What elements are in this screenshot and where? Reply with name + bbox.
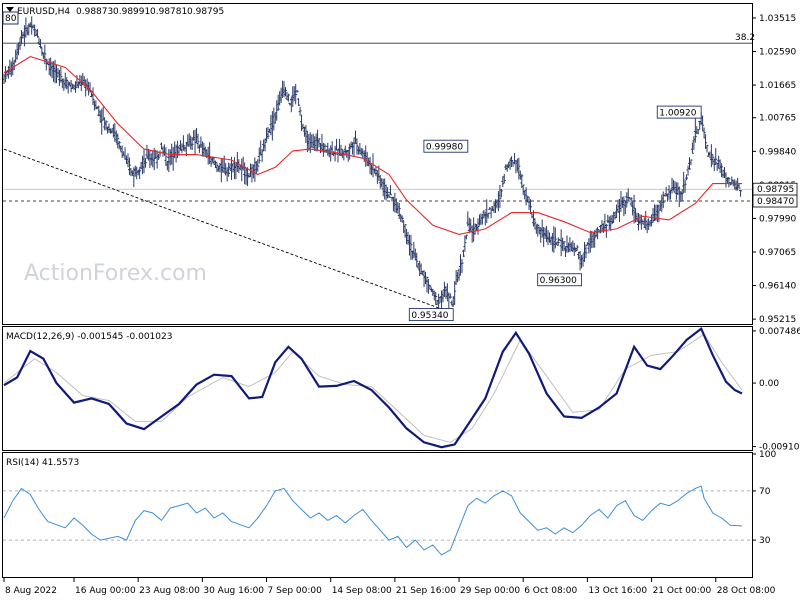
- header-symbol: EURUSD,H4: [17, 7, 70, 17]
- x-axis-label: 6 Oct 08:00: [524, 586, 577, 596]
- x-axis-label: 7 Sep 00:00: [268, 586, 323, 596]
- rsi-panel: [2, 452, 753, 578]
- price-axis-label: 0.97065: [759, 248, 796, 258]
- x-axis-label: 13 Oct 16:00: [588, 586, 647, 596]
- price-axis-label: 1.03515: [759, 14, 796, 24]
- macd-axis-label: 0.007486: [759, 327, 800, 337]
- annotation-label: 0.99980: [426, 143, 463, 153]
- x-axis-label: 16 Aug 00:00: [75, 586, 136, 596]
- x-axis-label: 21 Oct 00:00: [653, 586, 712, 596]
- price-axis-label: 1.00765: [759, 114, 796, 124]
- x-axis-label: 14 Sep 08:00: [332, 586, 392, 596]
- current-price-flag-label: 0.98795: [757, 185, 794, 195]
- price-axis-label: 0.96140: [759, 282, 796, 292]
- annotation-label: 0.96300: [540, 276, 577, 286]
- x-axis-label: 29 Sep 00:00: [460, 586, 520, 596]
- rsi-axis-label: 30: [759, 536, 771, 546]
- forex-chart: ActionForex.com EURUSD,H4 0.98873 0.9899…: [2, 3, 800, 596]
- support-price-flag-label: 0.98470: [757, 197, 794, 207]
- annotation-label: 0.95340: [411, 311, 448, 321]
- macd-panel: [2, 326, 753, 451]
- price-axis-label: 0.99840: [759, 147, 796, 157]
- macd-axis-label: 0.00: [759, 379, 779, 389]
- left-edge-label: 80: [5, 14, 17, 24]
- x-axis-label: 28 Oct 08:00: [717, 586, 776, 596]
- macd-title: MACD(12,26,9) -0.001545 -0.001023: [6, 332, 172, 342]
- annotation-label: 1.00920: [659, 109, 696, 119]
- price-axis-label: 0.95215: [759, 315, 796, 325]
- price-axis-label: 1.02590: [759, 48, 796, 58]
- header-high: 0.98991: [113, 7, 150, 17]
- watermark: ActionForex.com: [24, 261, 207, 286]
- fib-label: 38.2: [735, 33, 755, 43]
- price-axis-label: 1.01665: [759, 81, 796, 91]
- header-close: 0.98795: [187, 7, 224, 17]
- header-open: 0.98873: [76, 7, 113, 17]
- x-axis-label: 8 Aug 2022: [5, 586, 57, 596]
- x-axis-label: 30 Aug 16:00: [203, 586, 264, 596]
- x-axis-label: 21 Sep 16:00: [396, 586, 456, 596]
- header-low: 0.98781: [150, 7, 187, 17]
- rsi-title: RSI(14) 41.5573: [6, 458, 79, 468]
- rsi-axis-label: 70: [759, 487, 771, 497]
- price-axis-label: 0.97990: [759, 214, 796, 224]
- x-axis-label: 23 Aug 08:00: [139, 586, 200, 596]
- rsi-axis-label: 100: [759, 450, 776, 460]
